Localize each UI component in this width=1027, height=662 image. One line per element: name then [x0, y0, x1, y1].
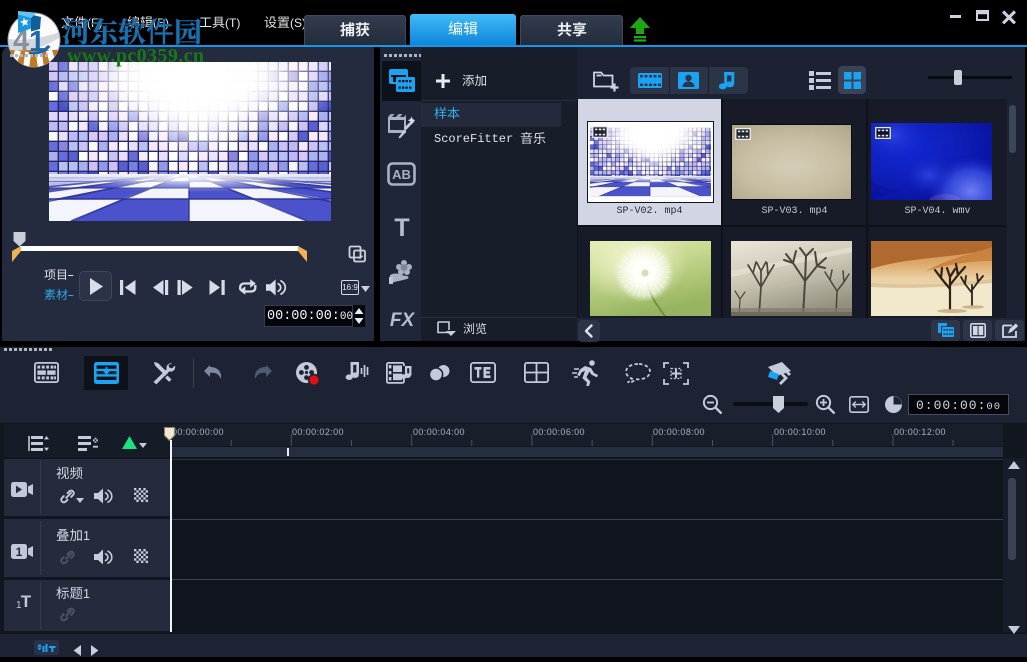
- svg-text:1: 1: [16, 545, 23, 559]
- svg-text:AB: AB: [392, 167, 411, 182]
- svg-text:T: T: [21, 592, 32, 609]
